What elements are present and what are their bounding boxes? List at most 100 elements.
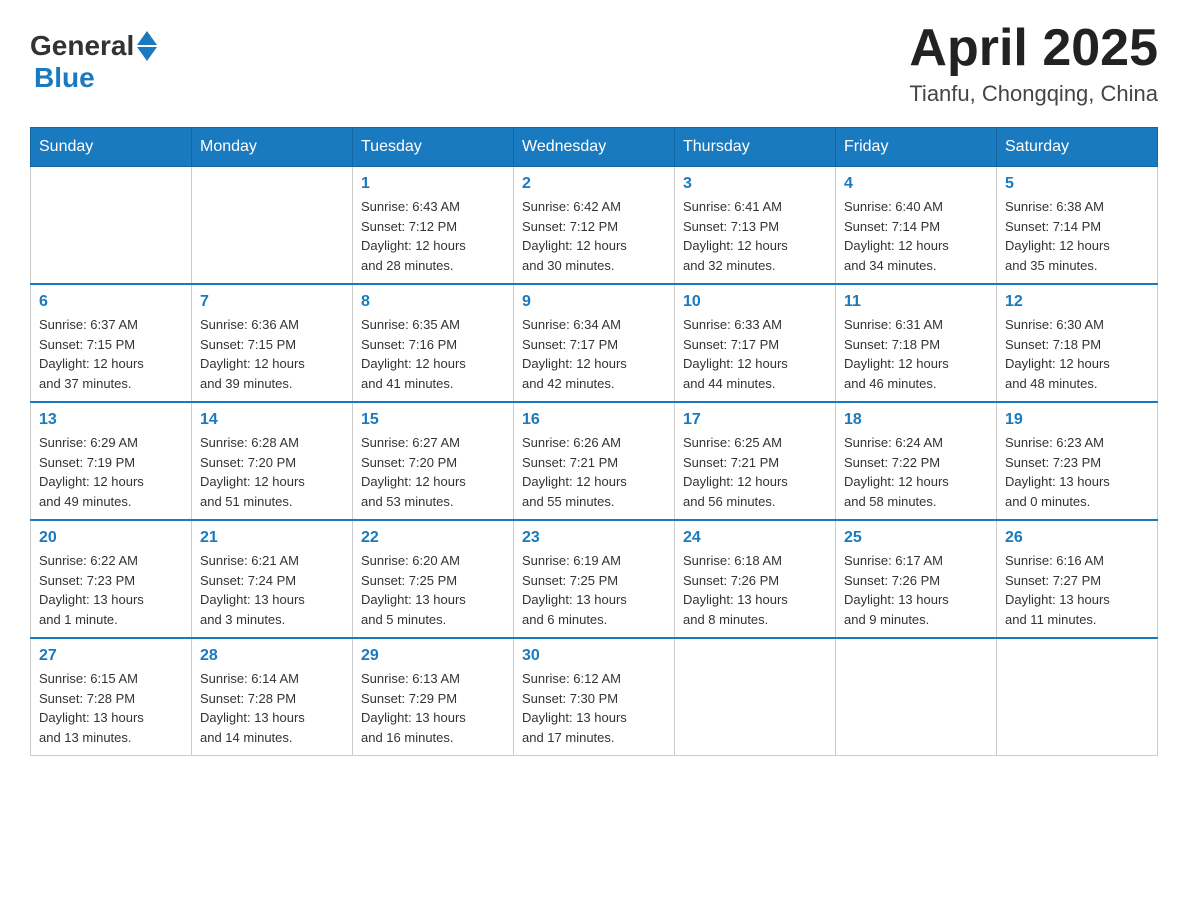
day-info: Sunrise: 6:42 AM Sunset: 7:12 PM Dayligh… (522, 197, 666, 275)
weekday-header-wednesday: Wednesday (514, 128, 675, 167)
day-info: Sunrise: 6:13 AM Sunset: 7:29 PM Dayligh… (361, 669, 505, 747)
day-info: Sunrise: 6:37 AM Sunset: 7:15 PM Dayligh… (39, 315, 183, 393)
day-number: 20 (39, 529, 183, 547)
day-number: 13 (39, 411, 183, 429)
calendar-cell: 24Sunrise: 6:18 AM Sunset: 7:26 PM Dayli… (675, 520, 836, 638)
calendar-week-row: 13 Sunrise: 6:29 AM Sunset: 7:19 PM Dayli… (31, 402, 1158, 520)
calendar-cell: 11Sunrise: 6:31 AM Sunset: 7:18 PM Dayli… (836, 284, 997, 402)
calendar-cell: 22 Sunrise: 6:20 AM Sunset: 7:25 PM Dayli… (353, 520, 514, 638)
day-number: 4 (844, 175, 988, 193)
calendar-cell: 2Sunrise: 6:42 AM Sunset: 7:12 PM Daylig… (514, 167, 675, 285)
calendar-cell: 7 Sunrise: 6:36 AM Sunset: 7:15 PM Daylig… (192, 284, 353, 402)
calendar-cell: 5 Sunrise: 6:38 AM Sunset: 7:14 PM Daylig… (997, 167, 1158, 285)
day-info: Sunrise: 6:15 AM Sunset: 7:28 PM Dayligh… (39, 669, 183, 747)
day-number: 27 (39, 647, 183, 665)
weekday-header-row: SundayMondayTuesdayWednesdayThursdayFrid… (31, 128, 1158, 167)
day-number: 28 (200, 647, 344, 665)
calendar-cell (997, 638, 1158, 756)
title-section: April 2025 Tianfu, Chongqing, China (909, 20, 1158, 107)
logo-triangle-down (137, 47, 157, 61)
calendar-cell: 1 Sunrise: 6:43 AM Sunset: 7:12 PM Daylig… (353, 167, 514, 285)
logo-general-text: General (30, 30, 134, 62)
calendar-cell: 10 Sunrise: 6:33 AM Sunset: 7:17 PM Dayli… (675, 284, 836, 402)
day-number: 3 (683, 175, 827, 193)
day-number: 7 (200, 293, 344, 311)
page-header: General Blue April 2025 Tianfu, Chongqin… (30, 20, 1158, 107)
calendar-cell (675, 638, 836, 756)
day-info: Sunrise: 6:40 AM Sunset: 7:14 PM Dayligh… (844, 197, 988, 275)
logo: General Blue (30, 30, 157, 94)
calendar-cell: 16 Sunrise: 6:26 AM Sunset: 7:21 PM Dayli… (514, 402, 675, 520)
calendar-cell: 14 Sunrise: 6:28 AM Sunset: 7:20 PM Dayli… (192, 402, 353, 520)
day-info: Sunrise: 6:41 AM Sunset: 7:13 PM Dayligh… (683, 197, 827, 275)
logo-blue-text: Blue (34, 62, 95, 94)
day-info: Sunrise: 6:30 AM Sunset: 7:18 PM Dayligh… (1005, 315, 1149, 393)
calendar-cell: 23Sunrise: 6:19 AM Sunset: 7:25 PM Dayli… (514, 520, 675, 638)
weekday-header-saturday: Saturday (997, 128, 1158, 167)
day-number: 21 (200, 529, 344, 547)
calendar-cell: 15Sunrise: 6:27 AM Sunset: 7:20 PM Dayli… (353, 402, 514, 520)
weekday-header-monday: Monday (192, 128, 353, 167)
day-info: Sunrise: 6:28 AM Sunset: 7:20 PM Dayligh… (200, 433, 344, 511)
weekday-header-thursday: Thursday (675, 128, 836, 167)
day-info: Sunrise: 6:20 AM Sunset: 7:25 PM Dayligh… (361, 551, 505, 629)
day-info: Sunrise: 6:38 AM Sunset: 7:14 PM Dayligh… (1005, 197, 1149, 275)
day-info: Sunrise: 6:24 AM Sunset: 7:22 PM Dayligh… (844, 433, 988, 511)
day-number: 14 (200, 411, 344, 429)
calendar-cell: 27 Sunrise: 6:15 AM Sunset: 7:28 PM Dayli… (31, 638, 192, 756)
calendar-cell: 20Sunrise: 6:22 AM Sunset: 7:23 PM Dayli… (31, 520, 192, 638)
day-number: 22 (361, 529, 505, 547)
calendar-table: SundayMondayTuesdayWednesdayThursdayFrid… (30, 127, 1158, 756)
day-number: 9 (522, 293, 666, 311)
day-info: Sunrise: 6:26 AM Sunset: 7:21 PM Dayligh… (522, 433, 666, 511)
calendar-week-row: 20Sunrise: 6:22 AM Sunset: 7:23 PM Dayli… (31, 520, 1158, 638)
day-number: 6 (39, 293, 183, 311)
logo-triangle-up (137, 31, 157, 45)
calendar-cell: 6 Sunrise: 6:37 AM Sunset: 7:15 PM Daylig… (31, 284, 192, 402)
calendar-cell: 3 Sunrise: 6:41 AM Sunset: 7:13 PM Daylig… (675, 167, 836, 285)
calendar-cell: 4 Sunrise: 6:40 AM Sunset: 7:14 PM Daylig… (836, 167, 997, 285)
calendar-cell: 13 Sunrise: 6:29 AM Sunset: 7:19 PM Dayli… (31, 402, 192, 520)
day-number: 11 (844, 293, 988, 311)
day-number: 16 (522, 411, 666, 429)
day-number: 19 (1005, 411, 1149, 429)
calendar-cell: 18 Sunrise: 6:24 AM Sunset: 7:22 PM Dayli… (836, 402, 997, 520)
calendar-cell: 25 Sunrise: 6:17 AM Sunset: 7:26 PM Dayli… (836, 520, 997, 638)
day-number: 18 (844, 411, 988, 429)
calendar-cell: 30Sunrise: 6:12 AM Sunset: 7:30 PM Dayli… (514, 638, 675, 756)
calendar-cell: 21Sunrise: 6:21 AM Sunset: 7:24 PM Dayli… (192, 520, 353, 638)
calendar-week-row: 6 Sunrise: 6:37 AM Sunset: 7:15 PM Daylig… (31, 284, 1158, 402)
calendar-cell: 28 Sunrise: 6:14 AM Sunset: 7:28 PM Dayli… (192, 638, 353, 756)
day-info: Sunrise: 6:43 AM Sunset: 7:12 PM Dayligh… (361, 197, 505, 275)
day-number: 1 (361, 175, 505, 193)
day-info: Sunrise: 6:36 AM Sunset: 7:15 PM Dayligh… (200, 315, 344, 393)
day-info: Sunrise: 6:29 AM Sunset: 7:19 PM Dayligh… (39, 433, 183, 511)
day-number: 5 (1005, 175, 1149, 193)
day-number: 26 (1005, 529, 1149, 547)
day-info: Sunrise: 6:14 AM Sunset: 7:28 PM Dayligh… (200, 669, 344, 747)
day-number: 29 (361, 647, 505, 665)
day-info: Sunrise: 6:12 AM Sunset: 7:30 PM Dayligh… (522, 669, 666, 747)
calendar-cell: 26 Sunrise: 6:16 AM Sunset: 7:27 PM Dayli… (997, 520, 1158, 638)
calendar-cell: 8 Sunrise: 6:35 AM Sunset: 7:16 PM Daylig… (353, 284, 514, 402)
day-info: Sunrise: 6:23 AM Sunset: 7:23 PM Dayligh… (1005, 433, 1149, 511)
weekday-header-sunday: Sunday (31, 128, 192, 167)
day-number: 12 (1005, 293, 1149, 311)
day-info: Sunrise: 6:35 AM Sunset: 7:16 PM Dayligh… (361, 315, 505, 393)
calendar-week-row: 27 Sunrise: 6:15 AM Sunset: 7:28 PM Dayli… (31, 638, 1158, 756)
day-info: Sunrise: 6:16 AM Sunset: 7:27 PM Dayligh… (1005, 551, 1149, 629)
weekday-header-friday: Friday (836, 128, 997, 167)
day-info: Sunrise: 6:17 AM Sunset: 7:26 PM Dayligh… (844, 551, 988, 629)
day-info: Sunrise: 6:27 AM Sunset: 7:20 PM Dayligh… (361, 433, 505, 511)
day-number: 10 (683, 293, 827, 311)
day-number: 17 (683, 411, 827, 429)
day-info: Sunrise: 6:25 AM Sunset: 7:21 PM Dayligh… (683, 433, 827, 511)
day-number: 25 (844, 529, 988, 547)
day-number: 8 (361, 293, 505, 311)
month-year-title: April 2025 (909, 20, 1158, 77)
calendar-cell: 17 Sunrise: 6:25 AM Sunset: 7:21 PM Dayli… (675, 402, 836, 520)
day-number: 23 (522, 529, 666, 547)
weekday-header-tuesday: Tuesday (353, 128, 514, 167)
day-info: Sunrise: 6:18 AM Sunset: 7:26 PM Dayligh… (683, 551, 827, 629)
day-info: Sunrise: 6:33 AM Sunset: 7:17 PM Dayligh… (683, 315, 827, 393)
